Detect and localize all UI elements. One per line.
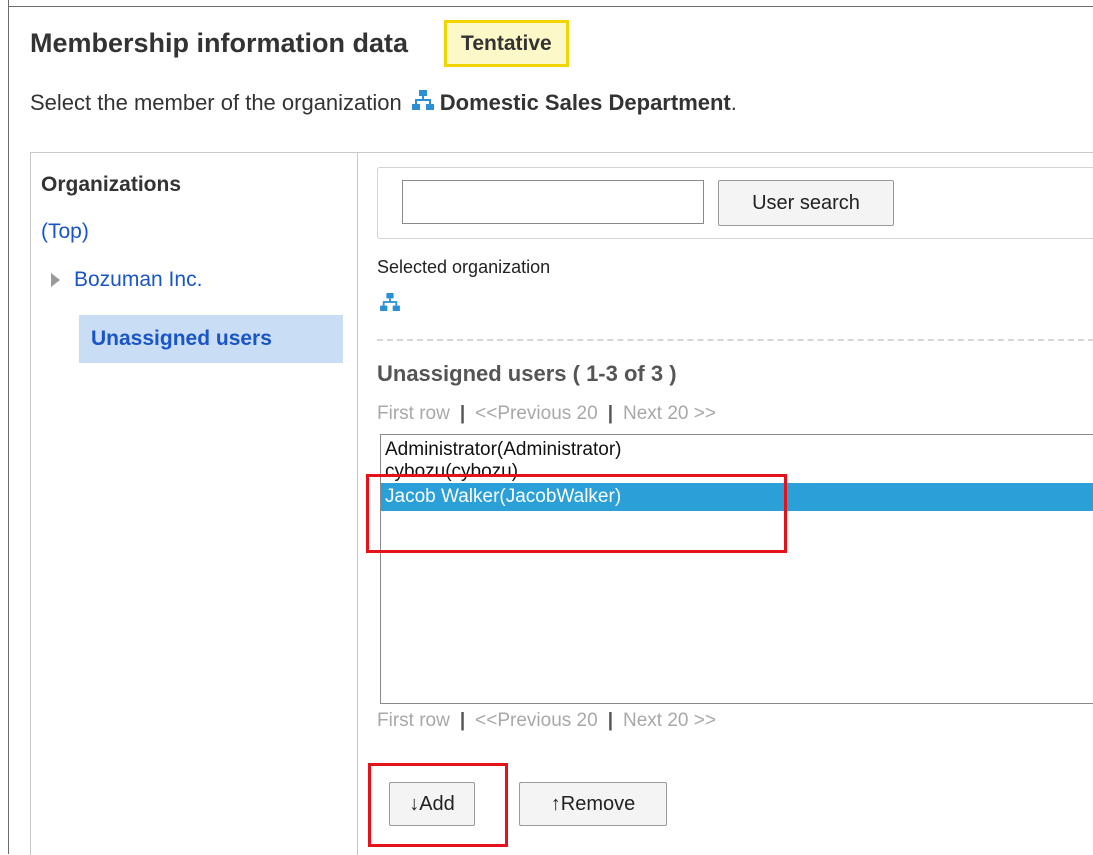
tree-item-label[interactable]: Bozuman Inc.	[74, 268, 202, 292]
user-search-button[interactable]: User search	[718, 180, 894, 226]
user-listbox[interactable]: Administrator(Administrator) cybozu(cybo…	[380, 434, 1093, 704]
subtitle-period: .	[730, 90, 737, 115]
search-input[interactable]	[402, 180, 704, 224]
page-subtitle: Select the member of the organization Do…	[30, 90, 737, 116]
page-header: Membership information data Tentative	[30, 20, 569, 67]
list-item[interactable]: cybozu(cybozu)	[381, 461, 1093, 483]
organization-name: Domestic Sales Department	[439, 90, 731, 115]
window-left-border	[8, 0, 9, 854]
tree-item-unassigned-users[interactable]: Unassigned users	[79, 315, 343, 363]
pager-separator: |	[459, 403, 466, 424]
selected-organization-label: Selected organization	[377, 257, 551, 277]
pager-separator: |	[607, 403, 614, 424]
page-title: Membership information data	[30, 28, 409, 58]
pager-first-row: First row	[377, 403, 450, 424]
pager-previous: <<Previous 20	[475, 403, 598, 424]
add-button[interactable]: ↓Add	[389, 782, 475, 826]
remove-button[interactable]: ↑Remove	[519, 782, 667, 826]
organization-sidebar: Organizations (Top) Bozuman Inc. Unassig…	[31, 153, 358, 855]
list-item-selected[interactable]: Jacob Walker(JacobWalker)	[381, 483, 1093, 511]
pager-separator: |	[607, 710, 614, 731]
pager-top: First row | <<Previous 20 | Next 20 >>	[377, 403, 716, 425]
pager-next: Next 20 >>	[623, 710, 716, 731]
expand-arrow-icon[interactable]	[51, 273, 60, 287]
title-row: Membership information data Tentative	[30, 20, 569, 67]
list-item[interactable]: Administrator(Administrator)	[381, 439, 1093, 461]
pager-next: Next 20 >>	[623, 403, 716, 424]
membership-panel: Organizations (Top) Bozuman Inc. Unassig…	[30, 152, 1093, 855]
tree-item-bozuman[interactable]: Bozuman Inc.	[51, 268, 202, 292]
search-bar: User search	[377, 167, 1093, 239]
window-top-border	[8, 6, 1093, 7]
pager-bottom: First row | <<Previous 20 | Next 20 >>	[377, 710, 716, 732]
organization-icon	[380, 293, 400, 316]
subtitle-text: Select the member of the organization	[30, 90, 402, 115]
pager-first-row: First row	[377, 710, 450, 731]
organization-icon	[411, 90, 434, 116]
tentative-badge: Tentative	[444, 20, 569, 67]
sidebar-heading: Organizations	[41, 173, 182, 196]
pager-separator: |	[459, 710, 466, 731]
section-divider	[377, 339, 1093, 341]
pager-previous: <<Previous 20	[475, 710, 598, 731]
user-list-title: Unassigned users ( 1-3 of 3 )	[377, 361, 677, 386]
top-link[interactable]: (Top)	[41, 220, 89, 244]
